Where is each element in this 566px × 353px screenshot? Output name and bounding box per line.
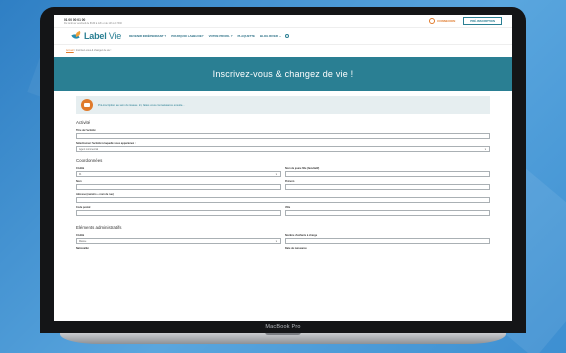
- label-ville: Ville: [285, 206, 291, 209]
- section-coordonnees: Coordonnées: [76, 158, 103, 163]
- logo-text: Label Vie: [84, 31, 122, 41]
- prenom-input[interactable]: [285, 184, 490, 190]
- chevron-down-icon: ▾: [484, 148, 486, 151]
- label-nom-jeune-fille: Nom de jeune fille (facultatif): [285, 167, 320, 170]
- power-icon: [429, 18, 436, 24]
- search-icon[interactable]: [285, 34, 290, 38]
- nombre-enfants-input[interactable]: [285, 238, 490, 244]
- label-nom: Nom: [76, 180, 82, 183]
- macbook-label: MacBook Pro: [265, 324, 301, 330]
- label-nationalite: Nationalité: [76, 247, 89, 250]
- breadcrumb-current: Inscrivez-vous & changez de vie !: [75, 49, 112, 52]
- label-date-naissance: Date de naissance: [285, 247, 307, 250]
- hero-banner: Inscrivez-vous & changez de vie !: [54, 57, 512, 91]
- info-box: Pré-inscription au sein du réseau. Ici, …: [76, 96, 490, 114]
- chevron-down-icon: ▾: [275, 173, 277, 176]
- label-code-postal: Code postal: [76, 206, 91, 209]
- laptop-info-icon: [81, 99, 93, 111]
- info-text: Pré-inscription au sein du réseau. Ici, …: [98, 103, 185, 107]
- phone-block: 01 00 00 01 00 Du lundi au vendredi de 8…: [64, 18, 122, 25]
- code-postal-input[interactable]: [76, 210, 281, 216]
- nav-item-blog[interactable]: BLOG RIVER ⌄: [260, 34, 281, 38]
- phone-number[interactable]: 01 00 00 01 00: [64, 18, 85, 22]
- bird-logo-icon: [72, 32, 82, 41]
- section-elements-admin: Eléments administratifs: [76, 225, 122, 230]
- situation-value: Mariée: [79, 240, 87, 243]
- label-prenom: Prénom: [285, 180, 295, 183]
- label-titre-activite: Titre de l'activité: [76, 129, 96, 132]
- connexion-label: CONNEXION: [437, 19, 456, 23]
- nav-item-pourquoi[interactable]: POURQUOI LABELVIE?: [171, 34, 203, 38]
- situation-select[interactable]: Mariée ▾: [76, 238, 281, 244]
- section-activite: Activité: [76, 120, 91, 125]
- hours-text: Du lundi au vendredi de 8h30 à 12h et de…: [64, 21, 122, 25]
- label-adresse: Adresse (numéro + nom de rue): [76, 193, 114, 196]
- main-nav: DEVENIR INDÉPENDANT ? POURQUOI LABELVIE?…: [129, 34, 281, 38]
- breadcrumb-home[interactable]: Accueil: [66, 49, 74, 52]
- activite-select[interactable]: Agent commercial ▾: [76, 146, 490, 152]
- page-title: Inscrivez-vous & changez de vie !: [212, 69, 354, 79]
- preinscription-button[interactable]: PRÉ-INSCRIPTION: [463, 17, 502, 25]
- labelvie-logo[interactable]: Label Vie: [72, 31, 121, 41]
- chevron-down-icon: ▾: [275, 240, 277, 243]
- nom-jeune-fille-input[interactable]: [285, 171, 490, 177]
- registration-form: Pré-inscription au sein du réseau. Ici, …: [54, 91, 512, 251]
- breadcrumb: Accueil / Inscrivez-vous & changez de vi…: [54, 45, 512, 56]
- laptop-frame: 01 00 00 01 00 Du lundi au vendredi de 8…: [40, 7, 526, 333]
- connexion-link[interactable]: CONNEXION: [429, 18, 455, 24]
- titre-activite-input[interactable]: [76, 133, 490, 139]
- site-topbar: 01 00 00 01 00 Du lundi au vendredi de 8…: [54, 15, 512, 27]
- activite-select-value: Agent commercial: [79, 148, 99, 151]
- label-selection-activite: Sélectionner l'activité à laquelle vous …: [76, 142, 136, 145]
- nav-item-plaquette[interactable]: PLAQUETTE: [237, 34, 255, 38]
- site-navbar: Label Vie DEVENIR INDÉPENDANT ? POURQUOI…: [54, 27, 512, 45]
- laptop-screen: 01 00 00 01 00 Du lundi au vendredi de 8…: [54, 15, 512, 321]
- label-nombre-enfants: Nombre d'enfants à charge: [285, 234, 318, 237]
- nom-input[interactable]: [76, 184, 281, 190]
- adresse-input[interactable]: [76, 197, 490, 203]
- nav-item-devenir[interactable]: DEVENIR INDÉPENDANT ?: [129, 34, 166, 38]
- label-civilite: Civilité: [76, 167, 85, 170]
- label-civilite-admin: Civilité: [76, 234, 85, 237]
- ville-input[interactable]: [285, 210, 490, 216]
- civilite-select[interactable]: M. ▾: [76, 171, 281, 177]
- nav-item-profil[interactable]: VOTRE PROFIL ?: [209, 34, 233, 38]
- civilite-value: M.: [79, 173, 82, 176]
